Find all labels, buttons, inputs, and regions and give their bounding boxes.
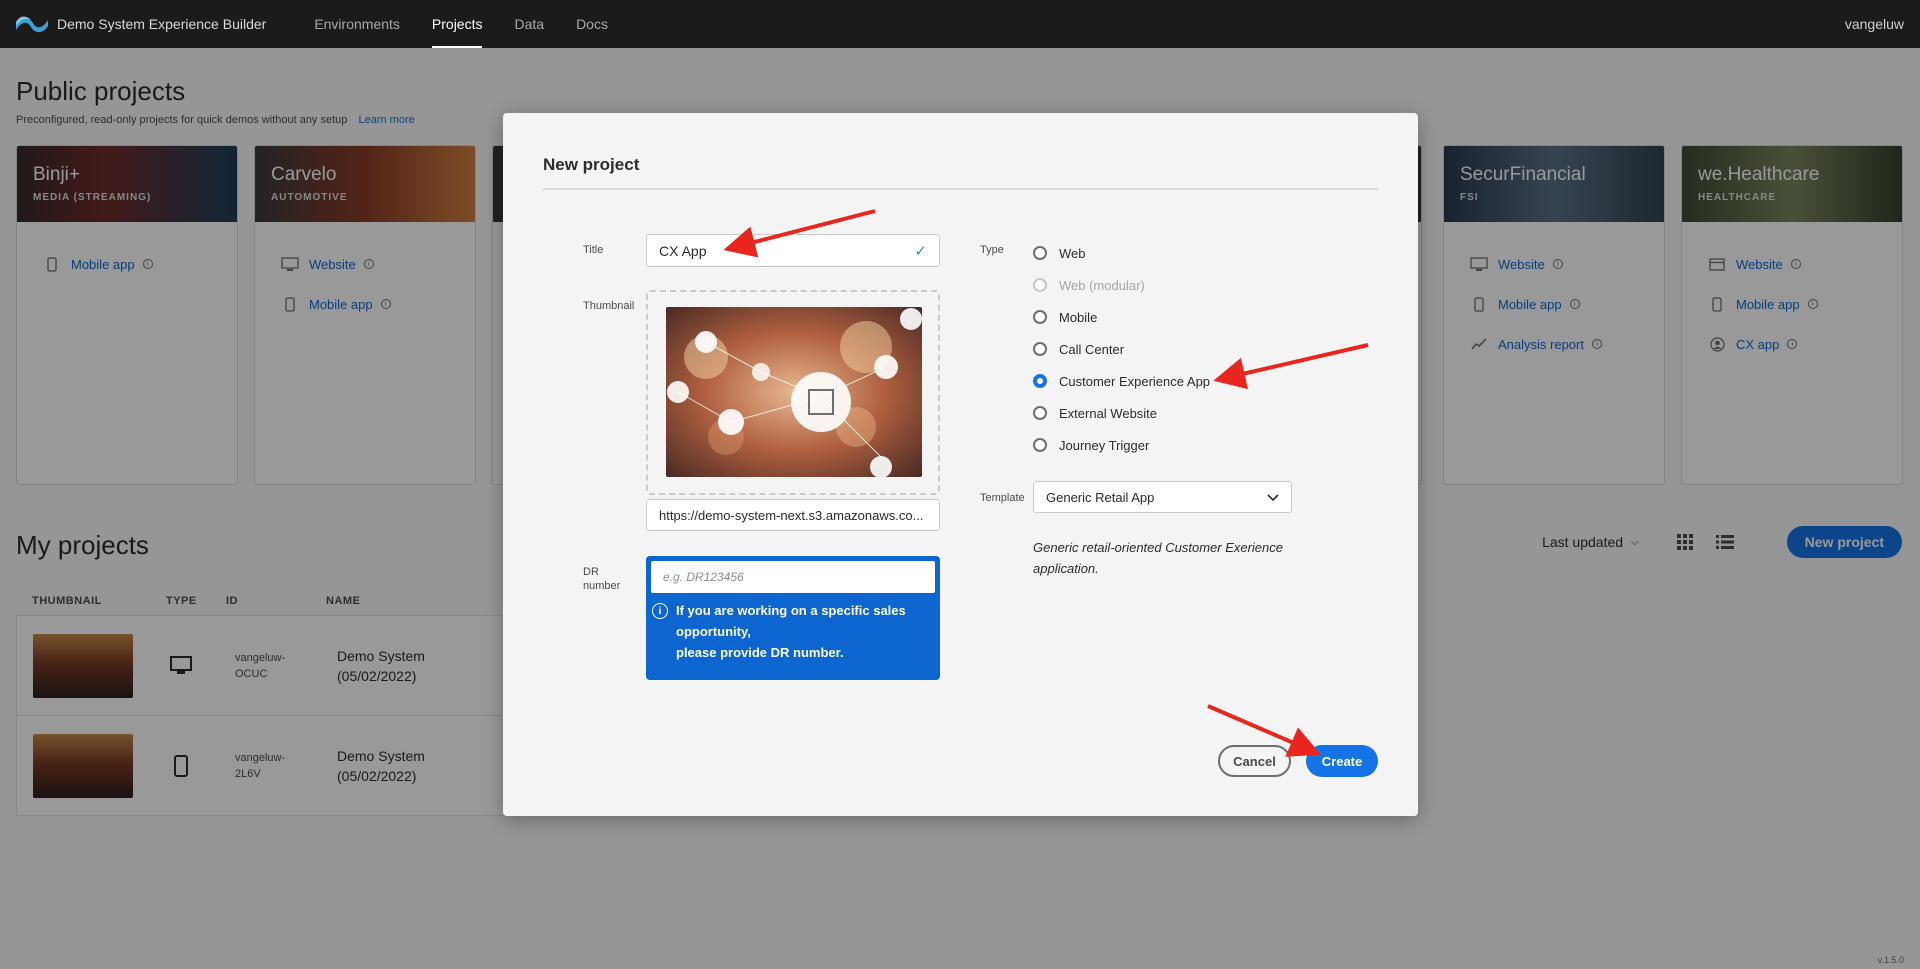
- top-navigation-bar: Demo System Experience Builder Environme…: [0, 0, 1920, 48]
- template-description: Generic retail-oriented Customer Exerien…: [1033, 540, 1283, 576]
- dialog-title: New project: [543, 155, 640, 174]
- app-name: Demo System Experience Builder: [57, 16, 267, 32]
- info-icon: i: [652, 603, 668, 619]
- create-button[interactable]: Create: [1306, 745, 1378, 777]
- dr-number-label: DR number: [583, 566, 621, 592]
- title-label: Title: [583, 244, 604, 256]
- dr-number-group: e.g. DR123456 i If you are working on a …: [646, 556, 940, 680]
- type-radio-web-modular: Web (modular): [1033, 269, 1210, 301]
- title-input-value: CX App: [659, 242, 707, 259]
- thumbnail-preview-image: [666, 307, 922, 477]
- nav-environments[interactable]: Environments: [298, 0, 416, 48]
- radio-button: [1033, 278, 1047, 292]
- radio-button[interactable]: [1033, 246, 1047, 260]
- user-menu[interactable]: vangeluw: [1845, 16, 1904, 32]
- radio-button[interactable]: [1033, 374, 1047, 388]
- dialog-divider: [543, 188, 1378, 190]
- nav-projects[interactable]: Projects: [416, 0, 499, 48]
- type-radio-web[interactable]: Web: [1033, 237, 1210, 269]
- radio-button[interactable]: [1033, 438, 1047, 452]
- type-radio-group: Web Web (modular) Mobile Call Center Cus…: [1033, 237, 1210, 461]
- type-radio-call-center[interactable]: Call Center: [1033, 333, 1210, 365]
- chevron-down-icon: [1267, 490, 1279, 505]
- app-logo-icon: [16, 16, 48, 33]
- type-radio-journey-trigger[interactable]: Journey Trigger: [1033, 429, 1210, 461]
- thumbnail-dropzone[interactable]: [646, 290, 940, 495]
- template-dropdown[interactable]: Generic Retail App: [1033, 481, 1292, 513]
- dr-number-input[interactable]: e.g. DR123456: [651, 561, 935, 593]
- template-selected-value: Generic Retail App: [1046, 489, 1155, 505]
- type-radio-customer-experience-app[interactable]: Customer Experience App: [1033, 365, 1210, 397]
- radio-button[interactable]: [1033, 406, 1047, 420]
- thumbnail-label: Thumbnail: [583, 300, 635, 312]
- dr-number-hint: i If you are working on a specific sales…: [652, 600, 906, 663]
- radio-button[interactable]: [1033, 310, 1047, 324]
- thumbnail-url-input[interactable]: https://demo-system-next.s3.amazonaws.co…: [646, 499, 940, 531]
- app-brand[interactable]: Demo System Experience Builder: [15, 14, 266, 34]
- type-radio-mobile[interactable]: Mobile: [1033, 301, 1210, 333]
- new-project-dialog: New project Title CX App ✓ Thumbnail htt…: [503, 113, 1418, 816]
- radio-button[interactable]: [1033, 342, 1047, 356]
- nav-data[interactable]: Data: [498, 0, 560, 48]
- nav-docs[interactable]: Docs: [560, 0, 624, 48]
- main-nav: Environments Projects Data Docs: [298, 0, 624, 48]
- checkmark-icon: ✓: [914, 242, 927, 260]
- type-radio-external-website[interactable]: External Website: [1033, 397, 1210, 429]
- type-label: Type: [980, 244, 1004, 256]
- template-label: Template: [980, 492, 1025, 504]
- cancel-button[interactable]: Cancel: [1218, 745, 1291, 777]
- title-input[interactable]: CX App ✓: [646, 234, 940, 267]
